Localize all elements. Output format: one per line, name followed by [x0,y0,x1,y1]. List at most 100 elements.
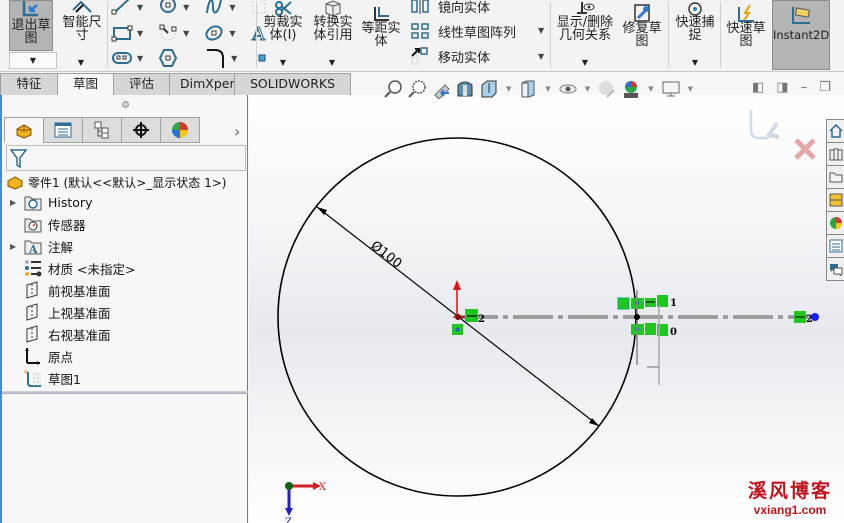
restore-icon[interactable]: ❐ [819,80,831,95]
display-style-dropdown[interactable]: ▼ [545,85,550,93]
exit-sketch-button[interactable]: 退出草 图 [9,0,53,51]
tree-filter-box[interactable] [6,145,246,171]
polygon-tool-icon[interactable] [157,48,179,68]
line-endpoint[interactable] [811,313,819,321]
offset-entities-button[interactable]: 等距实 体 [358,6,404,57]
tab-configuration-manager[interactable] [82,117,122,143]
slot-dropdown[interactable]: ▼ [137,54,143,63]
custom-properties-tab[interactable] [826,234,844,258]
linear-pattern-dropdown[interactable]: ▼ [538,26,544,35]
chevron-right-icon[interactable]: › [234,122,240,141]
exit-sketch-corner-icon[interactable] [749,110,769,140]
tree-item-annotations[interactable]: ▶ A 注解 [10,236,73,257]
zoom-to-area-icon[interactable] [407,79,427,99]
view-settings-dropdown[interactable]: ▼ [688,85,693,93]
tab-solidworks-addins[interactable]: SOLIDWORKS 插件 [234,73,351,111]
tab-evaluate[interactable]: 评估 [113,73,170,95]
apply-scene-dropdown[interactable]: ▼ [648,85,653,93]
ellipse-tool-icon[interactable] [203,23,225,43]
edit-appearance-icon[interactable] [597,79,617,99]
move-entities-dropdown[interactable]: ▼ [538,52,544,61]
convert-dropdown[interactable]: ▼ [321,56,343,68]
hide-show-dropdown[interactable]: ▼ [585,85,590,93]
ellipse-dropdown[interactable]: ▼ [229,29,235,38]
view-palette-tab[interactable] [826,188,844,212]
trim-entities-button[interactable]: 剪裁实 体(I) [261,0,305,51]
design-library-tab[interactable] [826,142,844,166]
quick-snaps-button[interactable]: 快速捕 捉 [672,0,718,51]
rectangle-dropdown[interactable]: ▼ [137,29,143,38]
display-delete-relations-button[interactable]: 显示/删除 几何关系 [554,2,616,53]
display-style-icon[interactable] [518,79,538,99]
quick-snaps-dropdown[interactable]: ▼ [684,56,706,68]
rectangle-tool-icon[interactable] [111,23,133,43]
tree-item-material[interactable]: 材质 <未指定> [10,258,135,278]
rapid-sketch-button[interactable]: 快速草 图 [724,4,768,55]
tile-right-icon[interactable]: ◨ [776,80,788,95]
relation-glyph[interactable] [645,323,656,335]
tree-item-label: 右视基准面 [48,327,111,343]
diameter-dimension-label[interactable]: Ø100 [368,238,405,271]
tree-item-right-plane[interactable]: 右视基准面 [10,324,111,344]
panel-resize-grip[interactable] [122,101,129,108]
tree-item-sketch1[interactable]: * 草图1 [10,368,81,388]
tree-item-origin[interactable]: 原点 [10,346,73,366]
zoom-to-fit-icon[interactable] [383,79,403,99]
tab-sketch[interactable]: 草图 [57,73,114,95]
panel-splitter[interactable] [2,391,248,394]
trim-dropdown[interactable]: ▼ [272,56,294,68]
view-orientation-dropdown[interactable]: ▼ [506,85,511,93]
spline-tool-icon[interactable] [203,0,225,17]
arc-dropdown[interactable]: ▼ [183,29,189,38]
tree-item-front-plane[interactable]: 前视基准面 [10,280,111,300]
tab-property-manager[interactable] [43,117,83,143]
expand-arrow-icon[interactable]: ▶ [10,198,24,207]
linear-pattern-button[interactable]: 线性草图阵列 [410,20,516,42]
move-entities-button[interactable]: 移动实体 [410,45,490,67]
previous-view-icon[interactable] [431,79,451,100]
hide-show-items-icon[interactable] [558,79,578,99]
section-view-icon[interactable] [455,79,475,99]
repair-sketch-button[interactable]: 修复草 图 [620,4,664,55]
instant2d-button[interactable]: Instant2D [772,0,830,70]
file-explorer-tab[interactable] [826,165,844,189]
view-orientation-icon[interactable] [479,79,499,99]
fillet-dropdown[interactable]: ▼ [231,54,237,63]
tab-dimxpert[interactable]: DimXpert [169,73,240,95]
appearances-tab[interactable] [826,211,844,235]
expand-arrow-icon[interactable]: ▶ [10,242,24,251]
tab-features[interactable]: 特征 [0,73,58,95]
circle-tool-icon[interactable] [157,0,179,17]
tree-item-history[interactable]: ▶ History [10,192,92,212]
mirror-entities-button[interactable]: 镜向实体 [410,0,490,17]
line-tool-icon[interactable] [111,0,133,17]
graphics-area[interactable]: Ø100 2 1 0 2 X Z [249,95,844,523]
arc-tool-icon[interactable] [157,23,179,43]
tab-display-manager[interactable] [160,117,200,143]
forum-tab[interactable] [826,257,844,281]
cancel-sketch-corner-icon[interactable] [794,138,816,160]
exit-sketch-dropdown[interactable]: ▼ [9,52,57,69]
convert-entities-button[interactable]: 转换实 体引用 [310,0,356,51]
slot-tool-icon[interactable] [111,48,133,68]
circle-dropdown[interactable]: ▼ [183,3,189,12]
point-tool-icon[interactable] [251,48,273,68]
tab-feature-manager[interactable] [4,117,44,143]
tree-item-top-plane[interactable]: 上视基准面 [10,302,111,322]
fillet-tool-icon[interactable] [205,48,227,68]
solidworks-resources-tab[interactable] [826,119,844,143]
relations-dropdown[interactable]: ▼ [574,56,596,68]
tab-dimxpert-manager[interactable] [121,117,161,143]
smart-dimension-button[interactable]: 智能尺 寸 [60,0,104,51]
smart-dimension-dropdown[interactable]: ▼ [70,56,92,68]
tile-left-icon[interactable]: ◧ [752,80,764,95]
view-settings-icon[interactable] [661,79,681,99]
spline-dropdown[interactable]: ▼ [229,3,235,12]
tree-item-sensors[interactable]: 传感器 [10,214,86,234]
origin-point[interactable] [455,314,461,320]
minimize-icon[interactable]: – [801,80,808,95]
part-root-node[interactable]: 零件1 (默认<<默认>_显示状态 1>) [6,173,226,191]
apply-scene-icon[interactable] [621,79,641,99]
line-dropdown[interactable]: ▼ [137,3,143,12]
relation-glyph[interactable] [617,297,630,310]
